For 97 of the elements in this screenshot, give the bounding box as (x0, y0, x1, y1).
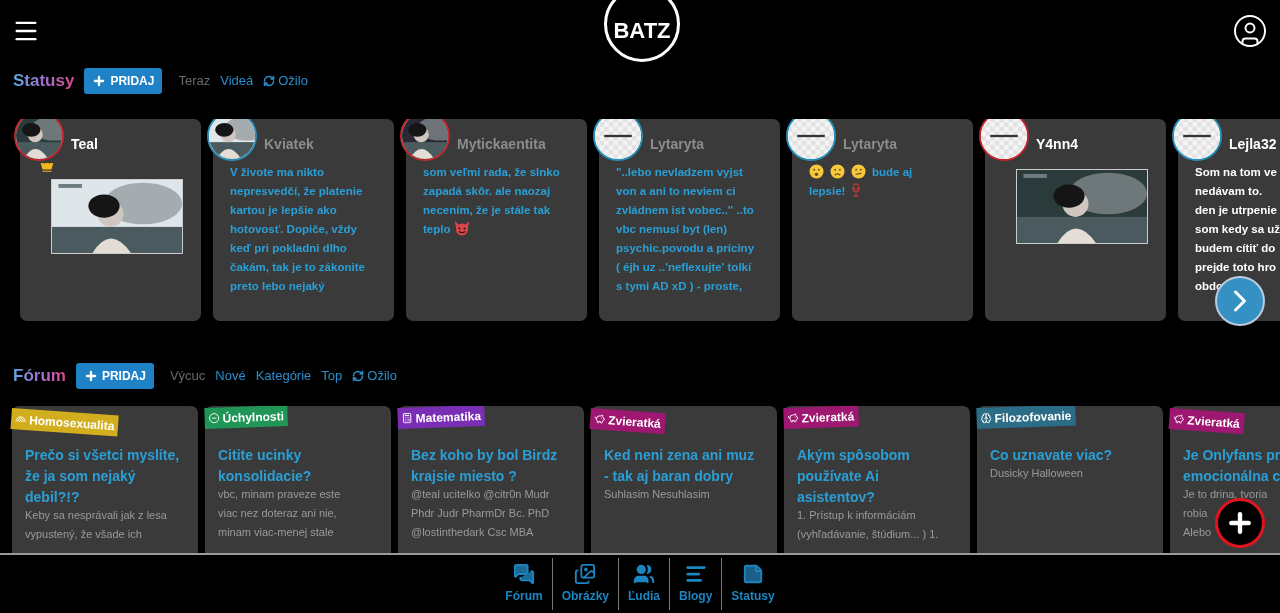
add-button[interactable]: PRIDAJ (84, 68, 163, 94)
category-tag[interactable]: Zvieratká (783, 406, 859, 429)
status-card[interactable] (985, 119, 1166, 321)
avatar[interactable] (14, 119, 64, 161)
category-tag[interactable]: Zvieratká (1168, 408, 1245, 435)
status-text: "..lebo nevladzem vyjst von a ani to neviem ci zvládnem ist vobec.." ..to vbc nemusí byt (len) psychic.povodu a príciny ( éjh uz ..'neflexujte' tolkí s tymi AD xD ) - proste, (616, 165, 755, 294)
excerpt-line: (vyhľadávanie, štúdium... ) 1. (797, 527, 939, 542)
note-icon (742, 563, 764, 585)
avatar[interactable] (1172, 119, 1222, 161)
status-text: lepsie! (809, 184, 846, 199)
animal-icon (593, 413, 606, 425)
category-tag[interactable]: Zvieratká (589, 408, 666, 435)
user-name[interactable]: Mytickaentita (457, 134, 546, 155)
excerpt-line: Alebo (1183, 525, 1212, 540)
excerpt-line: vypustený, že všade ich (25, 527, 142, 542)
devil-emoji-icon (454, 220, 471, 236)
excerpt-line: viac nez doteraz ani nie, (218, 506, 337, 521)
user-name[interactable]: Kviatek (264, 134, 314, 155)
placeholder-image (788, 119, 834, 159)
avatar[interactable] (593, 119, 643, 161)
plus-icon (92, 74, 107, 88)
thread-title[interactable]: Co uznavate viac? (990, 445, 1159, 466)
filter-tab[interactable]: Videá (220, 71, 254, 91)
filter-tab[interactable]: Kategórie (255, 366, 312, 386)
forum-card[interactable]: Úchylnosti Citite ucinky konsolidacie? vbc, minam praveze este viac nez doteraz ani nie, minam viac-menej stale (205, 406, 391, 553)
add-button[interactable]: PRIDAJ (75, 363, 154, 389)
category-tag[interactable]: Úchylnosti (204, 406, 289, 429)
excerpt-line: Dusicky Halloween (990, 466, 1083, 481)
user-name[interactable]: Lytaryta (843, 134, 897, 155)
excerpt-line: Je to drina, tvoria (1183, 487, 1268, 502)
logo[interactable]: BATZ (604, 0, 680, 62)
brain-icon (980, 412, 992, 424)
excerpt-line: @lostinthedark Csc MBA (411, 525, 534, 540)
images-icon (574, 563, 597, 585)
filter-tab[interactable]: Top (321, 366, 343, 386)
minus-icon (208, 412, 220, 424)
placeholder-image (1174, 119, 1220, 159)
excerpt-line: minam viac-menej stale (218, 525, 334, 540)
filter-tab[interactable]: Teraz (178, 71, 211, 91)
status-text: bude aj (872, 165, 913, 180)
avatar[interactable] (979, 119, 1029, 161)
thread-title[interactable]: Je Onlyfans pr emocionálna c (1183, 445, 1280, 487)
nav-item[interactable]: Fórum (496, 558, 552, 610)
emoji-face-icon (851, 164, 866, 179)
excerpt-line: vbc, minam praveze este (218, 487, 341, 502)
forum-card[interactable]: Matematika Bez koho by bol Birdz krajsie miesto ? @teal ucitelko @citr0n Mudr Phdr Judr PharmDr Bc. PhD @lostinthedark Csc MBA (398, 406, 584, 553)
user-name[interactable]: Teal (71, 134, 98, 155)
filter-tab[interactable]: Nové (215, 366, 246, 386)
user-icon[interactable] (1232, 13, 1268, 49)
emoji-face-icon (809, 164, 824, 179)
refresh-icon (263, 75, 276, 87)
crown-icon (40, 163, 54, 173)
refresh-icon (352, 370, 365, 382)
thread-title[interactable]: Akým spôsobom používate Ai asistentov? (797, 445, 966, 508)
forum-card[interactable]: Zvieratká Akým spôsobom používate Ai asistentov? 1. Prístup k informáciám (vyhľadávanie, štúdium... ) 1. (784, 406, 970, 553)
excerpt-line: Phdr Judr PharmDr Bc. PhD (411, 506, 550, 521)
category-tag[interactable]: Matematika (397, 406, 486, 429)
rainbow-icon (14, 413, 27, 425)
animal-icon (1172, 413, 1185, 425)
excerpt-line: @teal ucitelko @citr0n Mudr (411, 487, 550, 502)
excerpt-line: 1. Prístup k informáciám (797, 508, 916, 523)
lines-icon (684, 563, 707, 585)
nav-item[interactable]: Blogy (669, 558, 722, 610)
category-tag[interactable]: Filozofovanie (976, 406, 1076, 429)
filter-tab[interactable]: Ožilo (352, 366, 397, 386)
excerpt-line: robia (1183, 506, 1208, 521)
placeholder-image (981, 119, 1027, 159)
status-text: V živote ma nikto nepresvedčí, že platenie kartou je lepšie ako hotovosť. Dopiče, vždy keď pri pokladni dlho čakám, tak je to zákonite preto lebo nejaký (230, 165, 365, 294)
user-name[interactable]: Lejla32 (1229, 134, 1277, 155)
emoji-face-icon (830, 164, 845, 179)
avatar[interactable] (400, 119, 450, 161)
user-name[interactable]: Lytaryta (650, 134, 704, 155)
calculator-icon (401, 412, 413, 424)
thread-title[interactable]: Bez koho by bol Birdz krajsie miesto ? (411, 445, 580, 487)
forum-card[interactable]: Filozofovanie Co uznavate viac? Dusicky Halloween (977, 406, 1163, 553)
user-name[interactable]: Y4nn4 (1036, 134, 1078, 155)
status-text: teplo (423, 222, 451, 237)
nav-item[interactable]: Statusy (721, 558, 784, 610)
excerpt-line: Keby sa nesprávali jak z lesa (25, 508, 167, 523)
excerpt-line: Suhlasim Nesuhlasim (604, 487, 710, 502)
nav-item[interactable]: Ľudia (618, 558, 669, 610)
forum-card[interactable]: Zvieratká Ked neni zena ani muz - tak aj baran dobry Suhlasim Nesuhlasim (591, 406, 777, 553)
chat-bubbles-icon (512, 563, 535, 585)
avatar[interactable] (207, 119, 257, 161)
people-icon (633, 563, 655, 585)
plus-icon (83, 369, 98, 383)
forum-card[interactable]: Homosexualita Prečo si všetci myslíte, že ja som nejaký debil?!? Keby sa nesprávali jak z lesa vypustený, že všade ich (12, 406, 198, 553)
animal-icon (787, 412, 799, 424)
status-card[interactable] (20, 119, 201, 321)
filter-tab[interactable]: Výcuc (169, 366, 206, 386)
filter-tab[interactable]: Ožilo (263, 71, 308, 91)
thread-title[interactable]: Citite ucinky konsolidacie? (218, 445, 387, 487)
thread-title[interactable]: Ked neni zena ani muz - tak aj baran dobry (604, 445, 773, 487)
placeholder-image (595, 119, 641, 159)
nav-item[interactable]: Obrázky (551, 558, 618, 610)
avatar[interactable] (786, 119, 836, 161)
thread-title[interactable]: Prečo si všetci myslíte, že ja som nejaký debil?!? (25, 445, 194, 508)
